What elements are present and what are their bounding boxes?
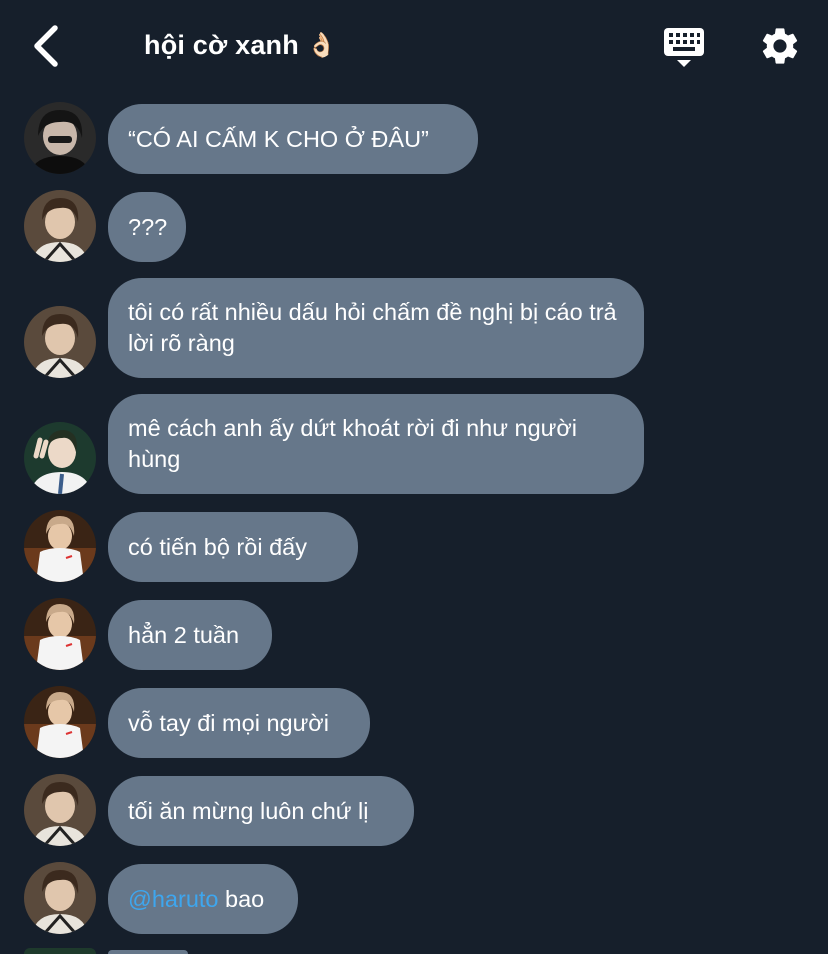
- message-text: hẳn 2 tuần: [128, 621, 240, 648]
- message-bubble[interactable]: “CÓ AI CẤM K CHO Ở ĐÂU”: [108, 104, 478, 174]
- message-bubble[interactable]: vỗ tay đi mọi người: [108, 688, 370, 758]
- avatar-brown-hair[interactable]: [24, 190, 96, 262]
- message-text: “CÓ AI CẤM K CHO Ở ĐÂU”: [128, 125, 429, 152]
- message-bubble[interactable]: @haruto bao: [108, 864, 298, 934]
- next-bubble-edge: [108, 950, 188, 954]
- message-bubble[interactable]: có tiến bộ rồi đấy: [108, 512, 358, 582]
- avatar-white-shirt[interactable]: [24, 686, 96, 758]
- message-bubble[interactable]: tối ăn mừng luôn chứ lị: [108, 776, 414, 846]
- message-bubble[interactable]: tôi có rất nhiều dấu hỏi chấm đề nghị bị…: [108, 278, 644, 378]
- avatar-white-shirt[interactable]: [24, 598, 96, 670]
- message-text: tối ăn mừng luôn chứ lị: [128, 797, 369, 824]
- message-text: mê cách anh ấy dứt khoát rời đi như ngườ…: [128, 415, 578, 472]
- avatar-dark-hair[interactable]: [24, 102, 96, 174]
- message-text: tôi có rất nhiều dấu hỏi chấm đề nghị bị…: [128, 299, 617, 356]
- avatar-peace-sign[interactable]: [24, 422, 96, 494]
- message-text: vỗ tay đi mọi người: [128, 709, 329, 736]
- message-bubble[interactable]: mê cách anh ấy dứt khoát rời đi như ngườ…: [108, 394, 644, 494]
- message-text-part: bao: [218, 885, 265, 912]
- message-bubble[interactable]: ???: [108, 192, 186, 262]
- message-text: ???: [128, 213, 168, 240]
- avatar-brown-hair[interactable]: [24, 774, 96, 846]
- avatar-white-shirt[interactable]: [24, 510, 96, 582]
- message-list[interactable]: “CÓ AI CẤM K CHO Ở ĐÂU” ??? tôi có rất n…: [0, 0, 828, 954]
- message-bubble[interactable]: hẳn 2 tuần: [108, 600, 272, 670]
- message-text: @haruto bao: [128, 884, 264, 915]
- mention-link[interactable]: @haruto: [128, 886, 219, 912]
- avatar-brown-hair[interactable]: [24, 862, 96, 934]
- avatar-next[interactable]: [24, 948, 96, 954]
- avatar-brown-hair[interactable]: [24, 306, 96, 378]
- message-text: có tiến bộ rồi đấy: [128, 533, 307, 560]
